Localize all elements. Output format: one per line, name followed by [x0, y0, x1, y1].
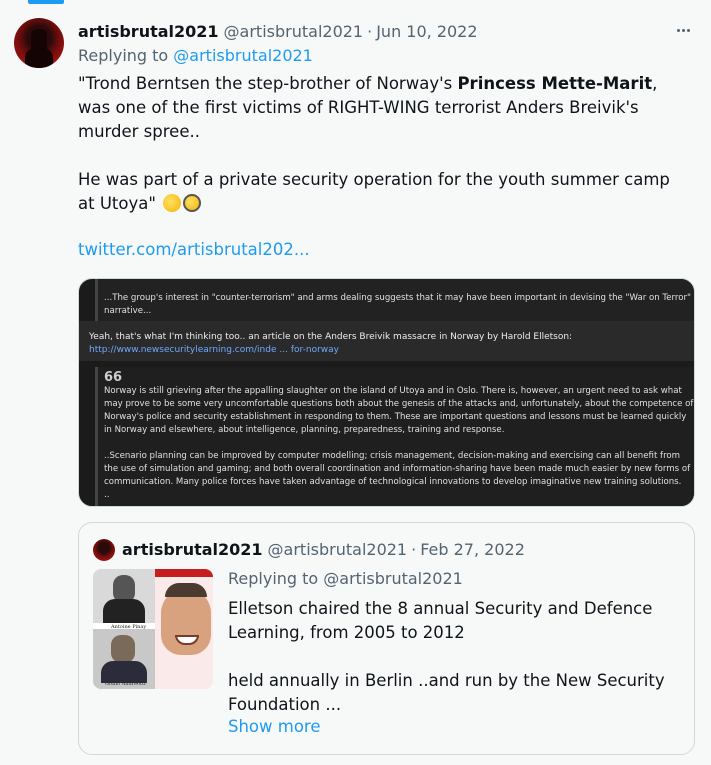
quote-mark-icon: 66	[104, 370, 123, 385]
author-handle[interactable]: @artisbrutal2021	[224, 22, 364, 41]
quoted-thumbnail: Antoine Pinay Giulio Andreotti	[93, 569, 213, 689]
thumb-caption-2: Giulio Andreotti	[105, 681, 146, 687]
avatar[interactable]	[14, 18, 64, 68]
media-quote-top-text: ...The group's interest in "counter-terr…	[104, 293, 691, 316]
media-quote-top: ...The group's interest in "counter-terr…	[95, 279, 694, 321]
face-with-monocle-icon	[183, 194, 202, 212]
quoted-text-para1: Elletson chaired the 8 annual Security a…	[228, 599, 653, 642]
quoted-author-handle: @artisbrutal2021	[267, 540, 408, 559]
quoted-avatar	[93, 539, 115, 561]
media-screenshot[interactable]: ...The group's interest in "counter-terr…	[78, 278, 695, 507]
portrait-1	[93, 569, 155, 623]
tweet-header: artisbrutal2021 @artisbrutal2021 · Jun 1…	[78, 20, 478, 42]
more-options-icon[interactable]	[672, 20, 694, 40]
separator: ·	[367, 21, 373, 41]
portrait-3	[155, 569, 213, 689]
author-name[interactable]: artisbrutal2021	[78, 22, 219, 41]
avatar-figure-body	[25, 48, 53, 68]
media-band-text: Yeah, that's what I'm thinking too.. an …	[89, 332, 573, 342]
tweet-text-part1: "Trond Berntsen the step-brother of Norw…	[78, 74, 458, 93]
media-band-url: http://www.newsecuritylearning.com/inde …	[89, 345, 339, 355]
quoted-date: Feb 27, 2022	[420, 540, 525, 559]
tweet-text: "Trond Berntsen the step-brother of Norw…	[78, 72, 690, 216]
quoted-author-name: artisbrutal2021	[122, 540, 263, 559]
replying-prefix: Replying to	[78, 46, 174, 65]
media-quote-tail: ..	[104, 490, 110, 500]
tweet-link-container: twitter.com/artisbrutal202...	[78, 240, 310, 259]
tweet-link[interactable]: twitter.com/artisbrutal202...	[78, 240, 310, 259]
quoted-replying-to: Replying to @artisbrutal2021	[228, 569, 463, 588]
replying-to: Replying to @artisbrutal2021	[78, 46, 313, 65]
media-band: Yeah, that's what I'm thinking too.. an …	[79, 321, 694, 361]
media-quote-para1: Norway is still grieving after the appal…	[104, 386, 694, 435]
replying-to-link[interactable]: @artisbrutal2021	[173, 46, 313, 65]
quoted-tweet[interactable]: artisbrutal2021 @artisbrutal2021 · Feb 2…	[78, 522, 695, 755]
quoted-separator: ·	[411, 540, 417, 559]
active-tab-indicator	[28, 0, 64, 4]
portrait-2	[93, 629, 155, 689]
tweet-text-bold: Princess Mette-Marit	[457, 74, 653, 93]
media-quote-main: 66 Norway is still grieving after the ap…	[95, 367, 694, 506]
show-more-link[interactable]: Show more	[228, 717, 321, 736]
quoted-text-para2: held annually in Berlin ..and run by the…	[228, 671, 665, 714]
quoted-header: artisbrutal2021 @artisbrutal2021 · Feb 2…	[122, 540, 525, 559]
media-quote-para2: ..Scenario planning can be improved by c…	[104, 451, 691, 487]
thinking-face-icon	[163, 194, 182, 212]
tweet-date[interactable]: Jun 10, 2022	[376, 22, 477, 41]
quoted-text: Elletson chaired the 8 annual Security a…	[228, 597, 678, 717]
